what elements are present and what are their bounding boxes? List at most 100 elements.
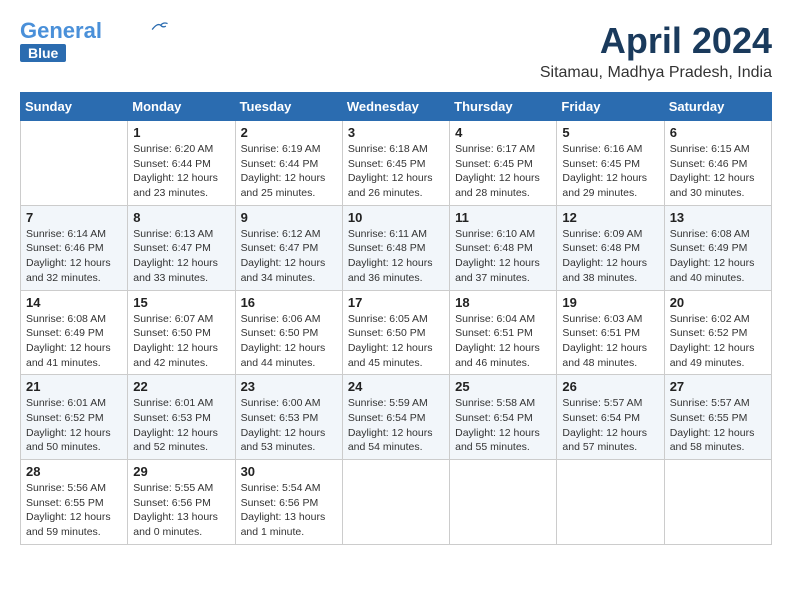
day-number: 21 bbox=[26, 379, 122, 394]
day-info: Sunrise: 6:15 AM Sunset: 6:46 PM Dayligh… bbox=[670, 142, 766, 201]
day-info: Sunrise: 6:18 AM Sunset: 6:45 PM Dayligh… bbox=[348, 142, 444, 201]
day-info: Sunrise: 6:03 AM Sunset: 6:51 PM Dayligh… bbox=[562, 312, 658, 371]
table-row: 19 Sunrise: 6:03 AM Sunset: 6:51 PM Dayli… bbox=[557, 290, 664, 375]
week-row-1: 1 Sunrise: 6:20 AM Sunset: 6:44 PM Daylig… bbox=[21, 121, 772, 206]
day-number: 14 bbox=[26, 295, 122, 310]
col-sunday: Sunday bbox=[21, 93, 128, 121]
logo-bird-icon bbox=[150, 21, 168, 33]
day-number: 3 bbox=[348, 125, 444, 140]
table-row: 4 Sunrise: 6:17 AM Sunset: 6:45 PM Daylig… bbox=[450, 121, 557, 206]
day-number: 27 bbox=[670, 379, 766, 394]
day-number: 26 bbox=[562, 379, 658, 394]
day-number: 29 bbox=[133, 464, 229, 479]
table-row: 30 Sunrise: 5:54 AM Sunset: 6:56 PM Dayli… bbox=[235, 460, 342, 545]
col-monday: Monday bbox=[128, 93, 235, 121]
table-row: 29 Sunrise: 5:55 AM Sunset: 6:56 PM Dayli… bbox=[128, 460, 235, 545]
location-subtitle: Sitamau, Madhya Pradesh, India bbox=[540, 64, 772, 82]
table-row: 11 Sunrise: 6:10 AM Sunset: 6:48 PM Dayli… bbox=[450, 205, 557, 290]
table-row: 23 Sunrise: 6:00 AM Sunset: 6:53 PM Dayli… bbox=[235, 375, 342, 460]
day-number: 25 bbox=[455, 379, 551, 394]
day-number: 23 bbox=[241, 379, 337, 394]
day-number: 7 bbox=[26, 210, 122, 225]
table-row: 13 Sunrise: 6:08 AM Sunset: 6:49 PM Dayli… bbox=[664, 205, 771, 290]
day-info: Sunrise: 6:20 AM Sunset: 6:44 PM Dayligh… bbox=[133, 142, 229, 201]
day-info: Sunrise: 6:08 AM Sunset: 6:49 PM Dayligh… bbox=[26, 312, 122, 371]
day-number: 11 bbox=[455, 210, 551, 225]
table-row: 5 Sunrise: 6:16 AM Sunset: 6:45 PM Daylig… bbox=[557, 121, 664, 206]
table-row: 25 Sunrise: 5:58 AM Sunset: 6:54 PM Dayli… bbox=[450, 375, 557, 460]
day-number: 15 bbox=[133, 295, 229, 310]
table-row: 20Sunrise: 6:02 AM Sunset: 6:52 PM Dayli… bbox=[664, 290, 771, 375]
table-row bbox=[21, 121, 128, 206]
day-info: Sunrise: 5:57 AM Sunset: 6:54 PM Dayligh… bbox=[562, 396, 658, 455]
day-number: 18 bbox=[455, 295, 551, 310]
day-info: Sunrise: 6:01 AM Sunset: 6:52 PM Dayligh… bbox=[26, 396, 122, 455]
week-row-5: 28 Sunrise: 5:56 AM Sunset: 6:55 PM Dayli… bbox=[21, 460, 772, 545]
day-info: Sunrise: 6:00 AM Sunset: 6:53 PM Dayligh… bbox=[241, 396, 337, 455]
col-friday: Friday bbox=[557, 93, 664, 121]
table-row: 8 Sunrise: 6:13 AM Sunset: 6:47 PM Daylig… bbox=[128, 205, 235, 290]
table-row bbox=[664, 460, 771, 545]
day-number: 2 bbox=[241, 125, 337, 140]
table-row: 17Sunrise: 6:05 AM Sunset: 6:50 PM Dayli… bbox=[342, 290, 449, 375]
day-info: Sunrise: 6:04 AM Sunset: 6:51 PM Dayligh… bbox=[455, 312, 551, 371]
week-row-3: 14 Sunrise: 6:08 AM Sunset: 6:49 PM Dayli… bbox=[21, 290, 772, 375]
day-info: Sunrise: 5:54 AM Sunset: 6:56 PM Dayligh… bbox=[241, 481, 337, 540]
table-row: 14 Sunrise: 6:08 AM Sunset: 6:49 PM Dayli… bbox=[21, 290, 128, 375]
logo-general: General bbox=[20, 18, 102, 43]
day-info: Sunrise: 6:09 AM Sunset: 6:48 PM Dayligh… bbox=[562, 227, 658, 286]
table-row: 6 Sunrise: 6:15 AM Sunset: 6:46 PM Daylig… bbox=[664, 121, 771, 206]
day-number: 12 bbox=[562, 210, 658, 225]
day-number: 22 bbox=[133, 379, 229, 394]
calendar-table: Sunday Monday Tuesday Wednesday Thursday… bbox=[20, 92, 772, 545]
day-info: Sunrise: 5:58 AM Sunset: 6:54 PM Dayligh… bbox=[455, 396, 551, 455]
day-number: 9 bbox=[241, 210, 337, 225]
table-row: 1 Sunrise: 6:20 AM Sunset: 6:44 PM Daylig… bbox=[128, 121, 235, 206]
table-row: 26 Sunrise: 5:57 AM Sunset: 6:54 PM Dayli… bbox=[557, 375, 664, 460]
day-info: Sunrise: 5:57 AM Sunset: 6:55 PM Dayligh… bbox=[670, 396, 766, 455]
table-row: 28 Sunrise: 5:56 AM Sunset: 6:55 PM Dayli… bbox=[21, 460, 128, 545]
header-row: Sunday Monday Tuesday Wednesday Thursday… bbox=[21, 93, 772, 121]
table-row: 16 Sunrise: 6:06 AM Sunset: 6:50 PM Dayli… bbox=[235, 290, 342, 375]
day-number: 20 bbox=[670, 295, 766, 310]
day-number: 19 bbox=[562, 295, 658, 310]
page-header: General Blue April 2024 Sitamau, Madhya … bbox=[20, 20, 772, 82]
month-title: April 2024 bbox=[540, 20, 772, 62]
day-info: Sunrise: 6:16 AM Sunset: 6:45 PM Dayligh… bbox=[562, 142, 658, 201]
day-info: Sunrise: 6:11 AM Sunset: 6:48 PM Dayligh… bbox=[348, 227, 444, 286]
day-number: 4 bbox=[455, 125, 551, 140]
logo: General Blue bbox=[20, 20, 168, 62]
table-row bbox=[557, 460, 664, 545]
day-number: 5 bbox=[562, 125, 658, 140]
col-wednesday: Wednesday bbox=[342, 93, 449, 121]
table-row: 7Sunrise: 6:14 AM Sunset: 6:46 PM Daylig… bbox=[21, 205, 128, 290]
table-row: 2 Sunrise: 6:19 AM Sunset: 6:44 PM Daylig… bbox=[235, 121, 342, 206]
day-info: Sunrise: 6:01 AM Sunset: 6:53 PM Dayligh… bbox=[133, 396, 229, 455]
day-info: Sunrise: 6:06 AM Sunset: 6:50 PM Dayligh… bbox=[241, 312, 337, 371]
day-number: 1 bbox=[133, 125, 229, 140]
day-number: 6 bbox=[670, 125, 766, 140]
day-info: Sunrise: 6:12 AM Sunset: 6:47 PM Dayligh… bbox=[241, 227, 337, 286]
week-row-2: 7Sunrise: 6:14 AM Sunset: 6:46 PM Daylig… bbox=[21, 205, 772, 290]
day-number: 16 bbox=[241, 295, 337, 310]
day-number: 17 bbox=[348, 295, 444, 310]
day-number: 8 bbox=[133, 210, 229, 225]
day-number: 28 bbox=[26, 464, 122, 479]
day-number: 24 bbox=[348, 379, 444, 394]
day-info: Sunrise: 6:17 AM Sunset: 6:45 PM Dayligh… bbox=[455, 142, 551, 201]
day-info: Sunrise: 5:56 AM Sunset: 6:55 PM Dayligh… bbox=[26, 481, 122, 540]
day-info: Sunrise: 6:10 AM Sunset: 6:48 PM Dayligh… bbox=[455, 227, 551, 286]
day-number: 13 bbox=[670, 210, 766, 225]
day-info: Sunrise: 6:19 AM Sunset: 6:44 PM Dayligh… bbox=[241, 142, 337, 201]
table-row: 22 Sunrise: 6:01 AM Sunset: 6:53 PM Dayli… bbox=[128, 375, 235, 460]
week-row-4: 21 Sunrise: 6:01 AM Sunset: 6:52 PM Dayli… bbox=[21, 375, 772, 460]
day-info: Sunrise: 6:13 AM Sunset: 6:47 PM Dayligh… bbox=[133, 227, 229, 286]
table-row: 15 Sunrise: 6:07 AM Sunset: 6:50 PM Dayli… bbox=[128, 290, 235, 375]
table-row: 12 Sunrise: 6:09 AM Sunset: 6:48 PM Dayli… bbox=[557, 205, 664, 290]
day-number: 30 bbox=[241, 464, 337, 479]
logo-text: General bbox=[20, 20, 102, 42]
day-info: Sunrise: 6:08 AM Sunset: 6:49 PM Dayligh… bbox=[670, 227, 766, 286]
day-info: Sunrise: 6:07 AM Sunset: 6:50 PM Dayligh… bbox=[133, 312, 229, 371]
day-info: Sunrise: 5:55 AM Sunset: 6:56 PM Dayligh… bbox=[133, 481, 229, 540]
col-saturday: Saturday bbox=[664, 93, 771, 121]
